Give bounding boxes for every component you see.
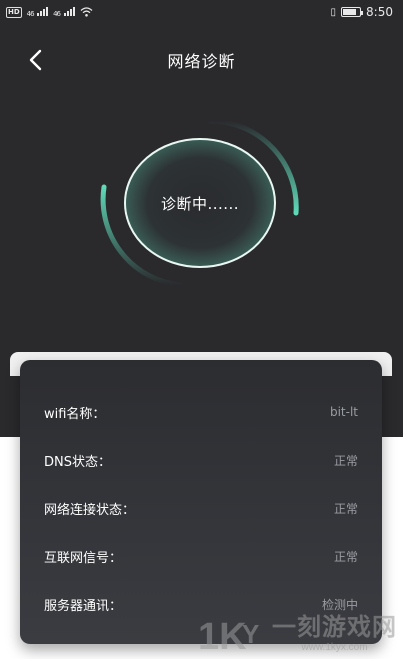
screen: HD 46 46 ▯ 8:50 网络诊断 诊断中...... wifi名称： b…: [0, 0, 403, 659]
svg-text:Y: Y: [242, 619, 259, 649]
info-row-label: DNS状态：: [44, 454, 111, 470]
info-row: 互联网信号： 正常: [44, 532, 358, 580]
info-row: wifi名称： bit-lt: [44, 388, 358, 436]
back-arrow-icon[interactable]: [27, 48, 45, 72]
hd-badge: HD: [6, 6, 22, 18]
info-row-value: 正常: [333, 453, 358, 468]
info-row-value: 正常: [333, 549, 358, 564]
vibrate-icon: ▯: [330, 6, 337, 18]
info-row-value: 正常: [333, 501, 358, 516]
signal-label-1: 46: [26, 9, 35, 18]
status-right: ▯ 8:50: [331, 5, 393, 19]
watermark-logo-icon: 1K Y: [198, 616, 259, 653]
signal-label-2: 46: [53, 9, 61, 18]
wifi-icon: [80, 7, 92, 17]
info-row-label: 服务器通讯：: [44, 598, 123, 614]
watermark: 1K Y 一刻游戏网 www.1kyx.com: [198, 607, 397, 653]
info-row-value: bit-lt: [329, 405, 358, 419]
page-title: 网络诊断: [167, 52, 236, 71]
info-row: 网络连接状态： 正常: [44, 484, 358, 532]
nav-bar: 网络诊断: [0, 38, 403, 82]
signal-2: 46: [53, 6, 75, 19]
signal-bars-icon-2: [63, 6, 75, 16]
watermark-url: www.1kyx.com: [301, 642, 368, 653]
status-left: HD 46 46: [6, 6, 93, 19]
battery-icon: [341, 7, 364, 17]
info-row: DNS状态： 正常: [44, 436, 358, 484]
watermark-text-group: 一刻游戏网 www.1kyx.com: [272, 607, 397, 653]
watermark-name: 一刻游戏网: [272, 613, 397, 641]
info-row-label: 网络连接状态：: [44, 502, 136, 518]
signal-1: 46: [26, 6, 49, 19]
info-row-label: wifi名称：: [44, 406, 106, 422]
info-row-label: 互联网信号：: [44, 550, 123, 566]
status-time: 8:50: [366, 5, 393, 19]
signal-bars-icon: [37, 6, 49, 16]
svg-text:1K: 1K: [198, 616, 247, 653]
status-bar: HD 46 46 ▯ 8:50: [0, 0, 403, 24]
diagnosis-status-text: 诊断中......: [160, 195, 240, 213]
network-info-card: wifi名称： bit-lt DNS状态： 正常 网络连接状态： 正常 互联网信号： 正常 服务…: [20, 360, 382, 644]
